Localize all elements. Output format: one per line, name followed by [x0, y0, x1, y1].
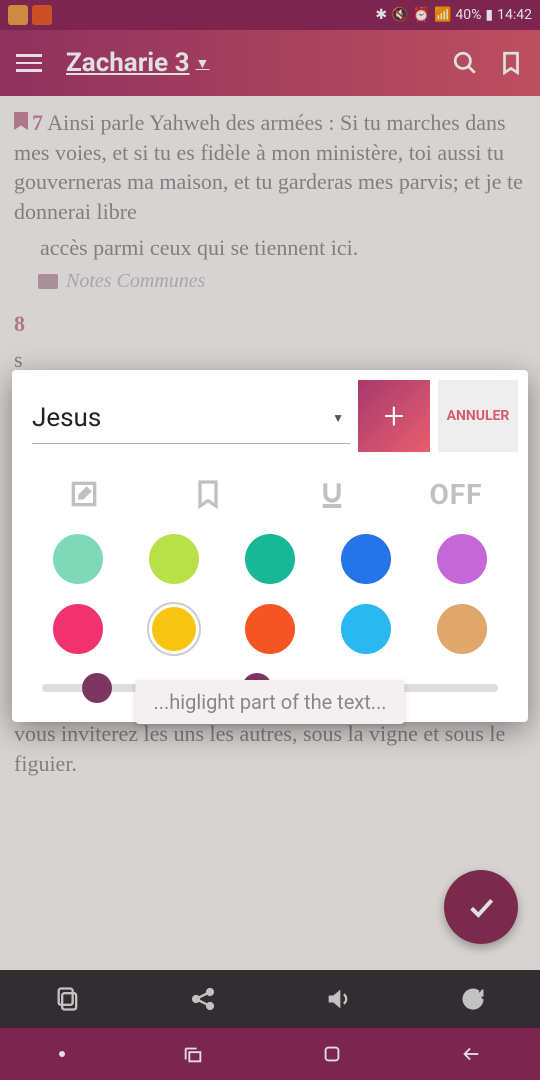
highlight-dialog: Jesus ▼ + ANNULER OFF ...higlight part o… [12, 370, 528, 722]
nav-dot [59, 1051, 65, 1057]
gallery-icon [8, 5, 28, 25]
chevron-down-icon: ▼ [196, 55, 210, 72]
alarm-icon: ⏰ [413, 7, 430, 23]
clock: 14:42 [497, 7, 532, 23]
verse-7[interactable]: 7 Ainsi parle Yahweh des armées : Si tu … [14, 108, 526, 227]
color-swatch[interactable] [245, 604, 295, 654]
app-icon [32, 5, 52, 25]
mute-icon: 🔇 [391, 7, 408, 23]
color-grid [12, 534, 528, 654]
folder-label: Notes Communes [66, 268, 205, 295]
confirm-fab[interactable] [444, 870, 518, 944]
wifi-icon: 📶 [434, 7, 451, 23]
off-tool[interactable]: OFF [436, 474, 476, 514]
refresh-icon[interactable] [459, 985, 487, 1013]
color-swatch[interactable] [341, 534, 391, 584]
app-bar: Zacharie 3 ▼ [0, 30, 540, 96]
slider-handle-left[interactable] [82, 673, 112, 703]
status-bar: ✱ 🔇 ⏰ 📶 40% ▮ 14:42 [0, 0, 540, 30]
range-slider[interactable]: ...higlight part of the text... [42, 684, 498, 692]
volume-icon[interactable] [324, 985, 352, 1013]
share-icon[interactable] [189, 985, 217, 1013]
cancel-button[interactable]: ANNULER [438, 380, 518, 452]
menu-button[interactable] [16, 54, 42, 72]
verse-number: 8 [14, 311, 25, 336]
color-swatch[interactable] [149, 534, 199, 584]
chevron-down-icon: ▼ [332, 411, 344, 425]
color-swatch-selected[interactable] [149, 604, 199, 654]
verse-text: Ainsi parle Yahweh des armées : Si tu ma… [14, 110, 523, 224]
verse-number: 7 [32, 110, 43, 135]
copy-icon[interactable] [54, 985, 82, 1013]
verse-8[interactable]: 8 [14, 309, 526, 339]
action-bar [0, 970, 540, 1028]
bookmark-icon[interactable] [498, 50, 524, 76]
status-left [8, 5, 52, 25]
chapter-dropdown[interactable]: Zacharie 3 ▼ [66, 48, 432, 78]
category-dropdown[interactable]: Jesus ▼ [32, 389, 350, 444]
color-swatch[interactable] [245, 534, 295, 584]
edit-tool[interactable] [64, 474, 104, 514]
dropdown-label: Jesus [32, 403, 101, 433]
battery-pct: 40% [455, 7, 481, 23]
slider-hint: ...higlight part of the text... [135, 680, 404, 724]
home-button[interactable] [321, 1043, 343, 1065]
color-swatch[interactable] [437, 604, 487, 654]
color-swatch[interactable] [341, 604, 391, 654]
verse-text-cont: accès parmi ceux qui se tiennent ici. [40, 233, 526, 263]
search-icon[interactable] [452, 50, 478, 76]
back-button[interactable] [460, 1043, 482, 1065]
color-swatch[interactable] [53, 604, 103, 654]
battery-icon: ▮ [485, 7, 493, 23]
bookmark-tool[interactable] [188, 474, 228, 514]
bluetooth-icon: ✱ [375, 7, 387, 23]
color-swatch[interactable] [53, 534, 103, 584]
recents-button[interactable] [182, 1043, 204, 1065]
system-nav-bar [0, 1028, 540, 1080]
folder-link[interactable]: Notes Communes [38, 268, 526, 295]
underline-tool[interactable] [312, 474, 352, 514]
color-swatch[interactable] [437, 534, 487, 584]
bookmark-ribbon-icon [14, 112, 28, 130]
status-right: ✱ 🔇 ⏰ 📶 40% ▮ 14:42 [375, 7, 532, 23]
add-button[interactable]: + [358, 380, 430, 452]
folder-icon [38, 274, 58, 289]
chapter-title: Zacharie 3 [66, 48, 190, 78]
